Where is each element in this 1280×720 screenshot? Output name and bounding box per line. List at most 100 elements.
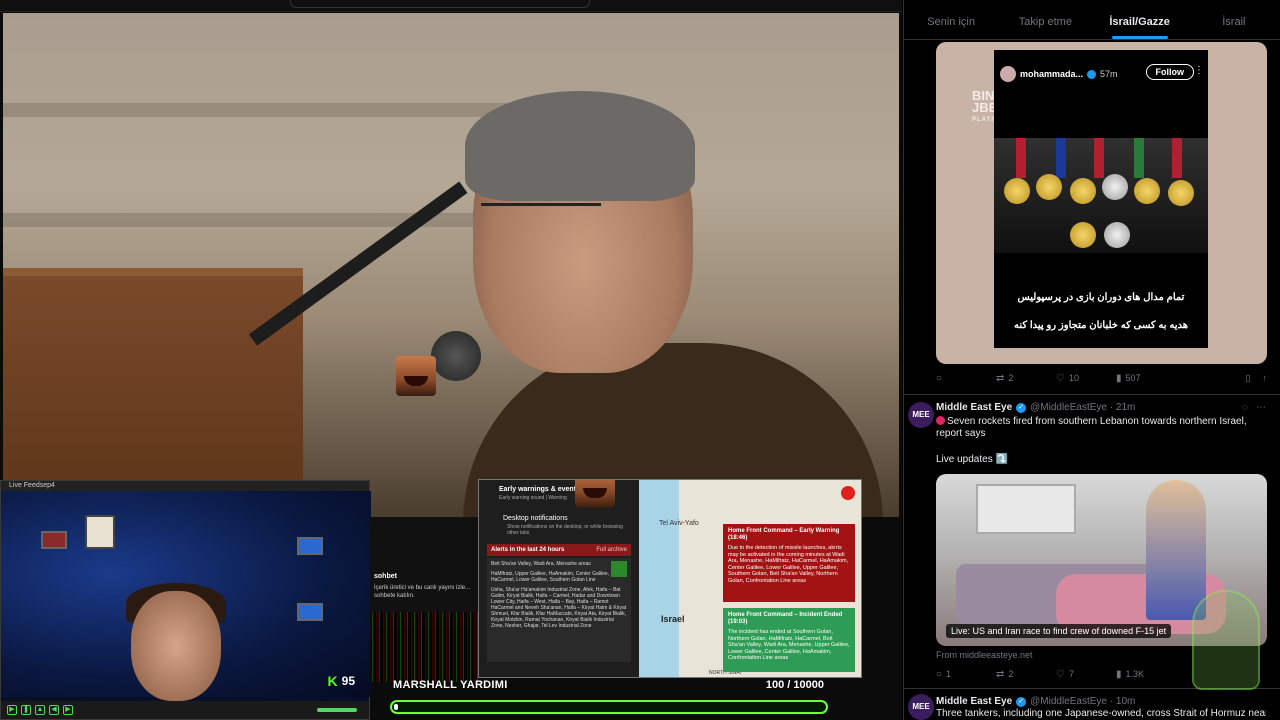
alert-item[interactable]: Usha, Sha'ar Ha'amakim Industrial Zone, … bbox=[491, 587, 627, 629]
heart-icon: ♡ bbox=[1056, 668, 1065, 680]
tab-israel-gaza[interactable]: İsrail/Gazze bbox=[1093, 0, 1187, 39]
full-archive-link[interactable]: Full archive bbox=[596, 547, 627, 553]
pause-icon[interactable]: ❚ bbox=[21, 705, 31, 715]
repost-icon: ⇄ bbox=[996, 668, 1005, 680]
donation-goal: MARSHALL YARDIMI 100 / 10000 bbox=[390, 676, 830, 716]
post-media[interactable]: BINT JBEIL PLATFORMS mohammada... 57m Fo… bbox=[936, 42, 1267, 364]
verified-icon bbox=[1087, 69, 1097, 79]
verified-icon: ✓ bbox=[1016, 402, 1027, 413]
feed-tabs: Senin için Takip etme İsrail/Gazze İsrai… bbox=[904, 0, 1280, 40]
tab-israel[interactable]: İsrail bbox=[1187, 0, 1280, 39]
views-count[interactable]: ▮ 507 bbox=[1116, 373, 1176, 384]
early-warning-sound-toggle[interactable]: Early warning sound bbox=[499, 495, 544, 501]
alert-status-bar bbox=[611, 561, 627, 577]
browser-topbar bbox=[0, 0, 902, 12]
more-icon[interactable]: ⋯ bbox=[1256, 402, 1266, 413]
tab-for-you[interactable]: Senin için bbox=[904, 0, 998, 39]
early-warning-title: Home Front Command – Early Warning (18:4… bbox=[728, 528, 840, 541]
chat-message: İçerik üretici ve bu canlı yayını izle..… bbox=[374, 585, 471, 599]
avatar[interactable]: MEE bbox=[908, 694, 934, 720]
reply-icon: ○ bbox=[936, 668, 943, 680]
monitor bbox=[297, 603, 323, 621]
tweet-text: Three tankers, including one Japanese-ow… bbox=[936, 708, 1266, 719]
alerts-header: Alerts in the last 24 hours Full archive bbox=[487, 544, 631, 556]
bookmark-icon[interactable]: ▯ bbox=[1246, 373, 1251, 384]
share-icon[interactable]: ↑ bbox=[1263, 373, 1268, 384]
follow-button[interactable]: Follow bbox=[1145, 64, 1194, 80]
play-icon[interactable]: ▶ bbox=[7, 705, 17, 715]
views-icon: ▮ bbox=[1116, 372, 1122, 384]
heart-icon: ♡ bbox=[1056, 372, 1065, 384]
tab-following[interactable]: Takip etme bbox=[998, 0, 1092, 39]
speaker-hair bbox=[465, 91, 695, 201]
chat-panel[interactable]: sohbet İçerik üretici ve bu canlı yayını… bbox=[370, 517, 478, 627]
tweet-header: Middle East Eye ✓ @MiddleEastEye · 10m bbox=[936, 696, 1135, 707]
repost-button[interactable]: ⇄ 2 bbox=[996, 373, 1056, 384]
alerts-sidebar: Early warnings & event Early warning sou… bbox=[479, 480, 639, 677]
like-button[interactable]: ♡ 7 bbox=[1056, 669, 1116, 680]
webcam-feed bbox=[1, 491, 371, 701]
incident-ended-body: The incident has ended at Southern Golan… bbox=[728, 629, 850, 661]
streamer-face bbox=[131, 591, 221, 701]
views-count[interactable]: ▮ 1.3K bbox=[1116, 669, 1176, 680]
tweet-top-icons: ◌ ⋯ bbox=[1242, 402, 1266, 413]
medals-photo bbox=[994, 138, 1208, 253]
webcam-titlebar: Live Feedsep4 bbox=[1, 481, 369, 491]
grok-icon[interactable]: ◌ bbox=[1242, 402, 1248, 413]
video-frame[interactable]: › bbox=[3, 13, 899, 517]
reply-button[interactable]: ○ 1 bbox=[936, 669, 996, 680]
donation-count: 100 / 10000 bbox=[765, 679, 824, 691]
glitch-overlay bbox=[370, 612, 478, 682]
repost-button[interactable]: ⇄ 2 bbox=[996, 669, 1056, 680]
avatar[interactable]: MEE bbox=[908, 402, 934, 428]
alert-item[interactable]: Beit Sha'an Valley, Wadi Ara, Menashe ar… bbox=[491, 561, 627, 577]
emote-overlay bbox=[396, 356, 436, 396]
video-player[interactable]: › Live Feedsep4 K 95 ▶ ❚ ▲ ◀ ▶ sohbet İç… bbox=[0, 0, 902, 720]
kick-logo-icon: K bbox=[327, 673, 338, 689]
donation-progress-track bbox=[390, 700, 828, 714]
like-button[interactable]: ♡ 10 bbox=[1056, 373, 1116, 384]
alerts-window[interactable]: Early warnings & event Early warning sou… bbox=[478, 479, 862, 678]
emote-overlay bbox=[575, 480, 615, 508]
upload-icon[interactable]: ▲ bbox=[35, 705, 45, 715]
author-name[interactable]: Middle East Eye bbox=[936, 696, 1012, 707]
search-box[interactable] bbox=[290, 0, 590, 8]
repost-icon: ⇄ bbox=[996, 372, 1005, 384]
early-warning-body: Due to the detection of missile launches… bbox=[728, 545, 849, 584]
donation-label: MARSHALL YARDIMI bbox=[393, 679, 508, 691]
map-label: Israel bbox=[661, 614, 685, 624]
monitor bbox=[297, 537, 323, 555]
microphone bbox=[431, 331, 481, 381]
reply-button[interactable]: ○ bbox=[936, 373, 996, 384]
link-source[interactable]: From middleeasteye.net bbox=[936, 650, 1033, 660]
author-handle[interactable]: @MiddleEastEye · 21m bbox=[1030, 402, 1135, 413]
early-warning-card: Home Front Command – Early Warning (18:4… bbox=[723, 524, 855, 602]
alert-list[interactable]: Beit Sha'an Valley, Wadi Ara, Menashe ar… bbox=[487, 558, 631, 662]
viewer-badge: K 95 bbox=[328, 673, 355, 689]
desktop-notifications-desc: Show notifications on the desktop, or wh… bbox=[507, 524, 623, 536]
volume-slider[interactable] bbox=[317, 708, 357, 712]
live-indicator-icon bbox=[841, 486, 855, 500]
story-caption-line: تمام مدال های دوران بازی در پرسپولیس bbox=[1017, 292, 1185, 303]
divider bbox=[904, 394, 1280, 395]
incident-ended-title: Home Front Command – Incident Ended (19:… bbox=[728, 612, 843, 625]
alerts-24h-title: Alerts in the last 24 hours bbox=[491, 547, 565, 553]
author-name[interactable]: Middle East Eye bbox=[936, 402, 1012, 413]
reply-icon: ○ bbox=[936, 372, 943, 384]
alert-item[interactable]: HaMifratz, Upper Galilee, HaAmakim, Cent… bbox=[491, 571, 627, 583]
viewer-count: 95 bbox=[341, 674, 355, 688]
skip-back-icon[interactable]: ◀ bbox=[49, 705, 59, 715]
more-icon[interactable]: ⋮ bbox=[1194, 65, 1204, 76]
tweet-header: Middle East Eye ✓ @MiddleEastEye · 21m bbox=[936, 402, 1135, 413]
desktop-notifications-toggle[interactable]: Desktop notifications bbox=[479, 509, 639, 522]
warning-tab[interactable]: Warning bbox=[548, 495, 566, 501]
story-avatar bbox=[1000, 66, 1016, 82]
story-frame: mohammada... 57m Follow ⋮ تمام مدال های … bbox=[994, 50, 1208, 348]
map-label: Tel Aviv-Yafo bbox=[659, 520, 699, 527]
author-handle[interactable]: @MiddleEastEye · 10m bbox=[1030, 696, 1135, 707]
webcam-window[interactable]: Live Feedsep4 K 95 ▶ ❚ ▲ ◀ ▶ bbox=[0, 480, 371, 720]
skip-forward-icon[interactable]: ▶ bbox=[63, 705, 73, 715]
verified-icon: ✓ bbox=[1016, 696, 1027, 707]
speaker-glasses bbox=[481, 203, 601, 253]
views-icon: ▮ bbox=[1116, 668, 1122, 680]
